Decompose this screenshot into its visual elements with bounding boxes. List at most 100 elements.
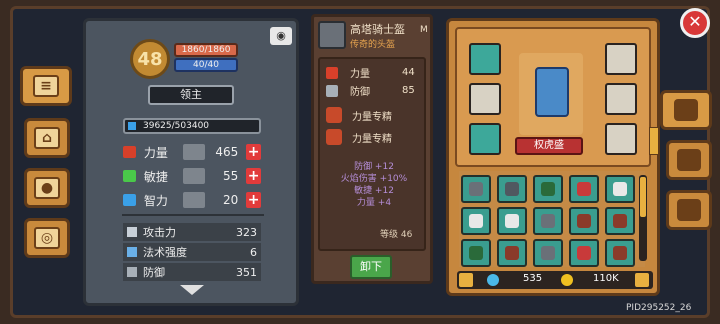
- inventory-slot[interactable]: [605, 207, 635, 235]
- player-id: PID295252_26: [626, 303, 692, 313]
- mastery-row: 力量专精: [326, 107, 392, 123]
- item-stat-row: 防御 85: [326, 83, 415, 98]
- mastery-row: 力量专精: [326, 129, 392, 145]
- boots-slot[interactable]: [469, 123, 501, 155]
- attr-row-intellect: 智力 20 +: [123, 190, 262, 210]
- inventory-slot[interactable]: [461, 175, 491, 203]
- fist-icon: [123, 146, 136, 158]
- inventory-slot[interactable]: [497, 175, 527, 203]
- helmet-icon: [674, 99, 698, 121]
- inventory-slot[interactable]: [605, 239, 635, 267]
- combat-row-spell: 法术强度 6: [123, 243, 261, 261]
- tab-tools[interactable]: [666, 140, 712, 180]
- combat-row-defense: 防御 351: [123, 263, 261, 281]
- plus-button[interactable]: +: [246, 192, 262, 208]
- minus-button[interactable]: [182, 144, 205, 160]
- hero-title[interactable]: 领主: [148, 85, 234, 105]
- plus-button[interactable]: +: [246, 168, 262, 184]
- fist-icon: [326, 129, 342, 145]
- inventory-slot[interactable]: [533, 175, 563, 203]
- inventory-slot[interactable]: [569, 239, 599, 267]
- tab-book[interactable]: ≡: [20, 66, 72, 106]
- inventory-slot[interactable]: [497, 207, 527, 235]
- inventory-slot[interactable]: [569, 175, 599, 203]
- stat-name: 防御: [350, 87, 370, 98]
- chevron-down-icon[interactable]: [180, 285, 204, 295]
- wheel-icon: ◎: [34, 227, 60, 249]
- necklace-slot[interactable]: [469, 43, 501, 75]
- mastery-label: 力量专精: [352, 133, 392, 145]
- unequip-button[interactable]: 卸下: [350, 255, 392, 279]
- item-detail-panel: 高塔骑士盔 M 传奇的头盔 力量 44 防御 85 力量专精 力量专精 防御 +…: [311, 14, 433, 284]
- side-lock-tab[interactable]: [649, 127, 659, 155]
- book-icon: [123, 194, 136, 206]
- stat-value: 85: [402, 85, 415, 96]
- bonus-line: 力量 +4: [356, 198, 392, 208]
- inventory-slot[interactable]: [533, 239, 563, 267]
- exp-bar: 39625/503400: [123, 118, 261, 134]
- inventory-scrollbar[interactable]: [639, 175, 647, 261]
- inventory-slot[interactable]: [497, 239, 527, 267]
- inventory-slot[interactable]: [461, 207, 491, 235]
- helmet-icon: [318, 21, 346, 49]
- item-stat-row: 力量 44: [326, 65, 415, 80]
- wand-icon: [127, 247, 137, 257]
- level-badge: 48: [130, 39, 170, 79]
- coin-count: 110K: [593, 273, 619, 284]
- combat-row-attack: 攻击力 323: [123, 223, 261, 241]
- currency-bar: 535 110K: [457, 271, 653, 289]
- map-icon: ⌂: [34, 127, 60, 149]
- combat-name: 攻击力: [143, 226, 176, 239]
- item-level: 等级 46: [380, 230, 413, 240]
- inventory-slot[interactable]: [605, 175, 635, 203]
- fist-icon: [326, 107, 342, 123]
- stat-value: 44: [402, 67, 415, 78]
- minus-button[interactable]: [182, 168, 205, 184]
- helmet-slot[interactable]: [605, 43, 637, 75]
- fist-icon: [326, 66, 338, 79]
- tab-wheel[interactable]: ◎: [24, 218, 70, 258]
- combat-name: 防御: [143, 266, 165, 279]
- weapon-slot[interactable]: [605, 123, 637, 155]
- minus-button[interactable]: [182, 192, 205, 208]
- item-stats-box: 力量 44 防御 85 力量专精 力量专精 防御 +12 火焰伤害 +10% 敏…: [318, 57, 426, 251]
- inventory-slot[interactable]: [569, 207, 599, 235]
- close-button[interactable]: ✕: [680, 8, 710, 38]
- inventory-grid: [459, 171, 645, 267]
- sword-icon: [127, 227, 137, 237]
- coin-icon: [561, 274, 573, 286]
- inventory-slot[interactable]: [533, 207, 563, 235]
- hero-portrait: [519, 53, 583, 135]
- gloves-slot[interactable]: [605, 83, 637, 115]
- item-tag: M: [420, 25, 428, 35]
- attr-name: 力量: [143, 145, 168, 160]
- shield-icon: [127, 267, 137, 277]
- inventory-slot[interactable]: [461, 239, 491, 267]
- shield-icon: [326, 84, 338, 97]
- plus-button[interactable]: +: [246, 144, 262, 160]
- menu-icon[interactable]: [635, 273, 649, 287]
- armor-slot[interactable]: [469, 83, 501, 115]
- attr-value: 465: [215, 145, 239, 159]
- tools-icon: [677, 149, 701, 171]
- feather-icon: [123, 170, 136, 182]
- combat-value: 351: [236, 265, 257, 279]
- attr-value: 20: [223, 193, 239, 207]
- combat-value: 6: [250, 245, 257, 259]
- divider: [122, 214, 264, 216]
- hp-bar: 1860/1860: [174, 43, 238, 57]
- scroll-thumb[interactable]: [640, 177, 646, 217]
- item-name: 高塔骑士盔: [350, 23, 405, 36]
- gem-count: 535: [523, 273, 543, 284]
- mastery-label: 力量专精: [352, 111, 392, 123]
- character-equipment: 权虎盛: [455, 27, 659, 167]
- tab-pet[interactable]: ●: [24, 168, 70, 208]
- attr-row-agility: 敏捷 55 +: [123, 166, 262, 186]
- tab-settings[interactable]: [666, 190, 712, 230]
- lock-icon[interactable]: [459, 273, 473, 287]
- camera-icon[interactable]: ◉: [270, 27, 292, 45]
- tab-helmet[interactable]: [660, 90, 712, 130]
- tab-map[interactable]: ⌂: [24, 118, 70, 158]
- paw-icon: ●: [34, 177, 60, 199]
- exp-icon: [128, 122, 136, 130]
